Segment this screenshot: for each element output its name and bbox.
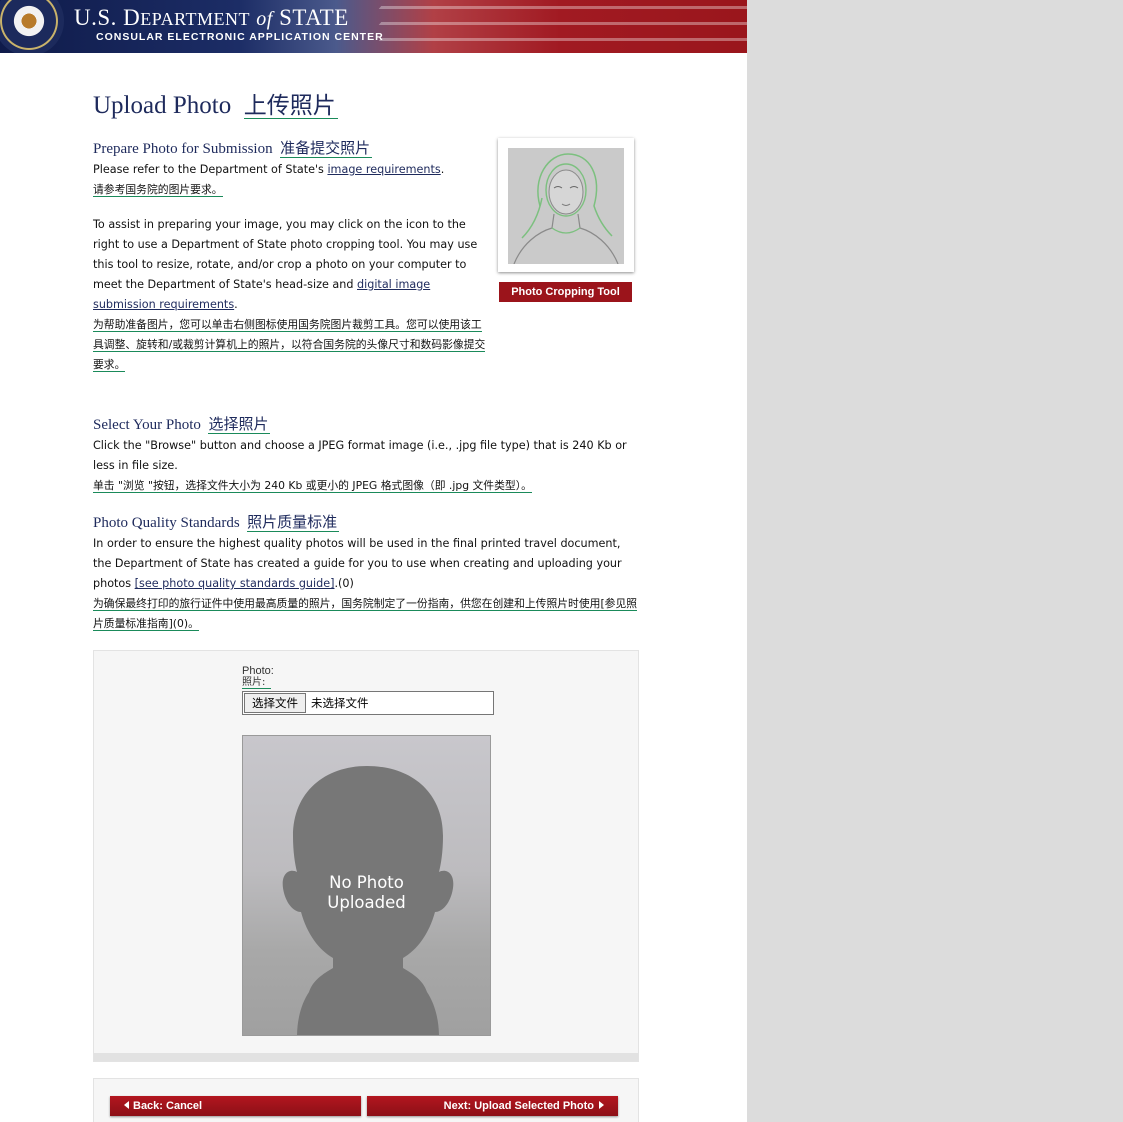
- prepare-title-zh: 准备提交照片: [280, 141, 373, 158]
- header-title: U.S. DEPARTMENT of STATE: [74, 5, 349, 30]
- page-title-zh: 上传照片: [243, 93, 338, 119]
- arrow-right-icon: [599, 1101, 604, 1109]
- select-title-zh: 选择照片: [208, 417, 271, 434]
- seal-icon: [0, 0, 64, 53]
- photo-file-input[interactable]: 选择文件 未选择文件: [242, 691, 494, 715]
- prepare-title-en: Prepare Photo for Submission: [93, 141, 273, 157]
- choose-file-button[interactable]: 选择文件: [244, 693, 306, 713]
- next-button-label: Next: Upload Selected Photo: [443, 1100, 594, 1112]
- photo-label-zh: 照片:: [242, 677, 272, 689]
- no-photo-text: No Photo Uploaded: [327, 873, 406, 912]
- prepare-section-title: Prepare Photo for Submission 准备提交照片: [93, 137, 373, 158]
- photo-preview: No Photo Uploaded: [242, 735, 491, 1036]
- select-title-en: Select Your Photo: [93, 417, 201, 433]
- back-cancel-button[interactable]: Back: Cancel: [110, 1096, 361, 1116]
- prepare-assist-zh: 为帮助准备图片，您可以单击右侧图标使用国务院图片裁剪工具。您可以使用该工具调整、…: [93, 318, 486, 372]
- next-upload-button[interactable]: Next: Upload Selected Photo: [367, 1096, 618, 1116]
- select-text-zh: 单击 "浏览 "按钮，选择文件大小为 240 Kb 或更小的 JPEG 格式图像…: [93, 479, 532, 493]
- photo-cropping-tool-image[interactable]: [498, 138, 634, 272]
- header-subtitle: CONSULAR ELECTRONIC APPLICATION CENTER: [96, 31, 384, 43]
- page: U.S. DEPARTMENT of STATE CONSULAR ELECTR…: [0, 0, 747, 1122]
- arrow-left-icon: [124, 1101, 129, 1109]
- photo-cropping-tool-button[interactable]: Photo Cropping Tool: [499, 282, 632, 302]
- quality-title-zh: 照片质量标准: [247, 515, 340, 532]
- image-requirements-link[interactable]: image requirements: [327, 163, 440, 176]
- portrait-sketch-icon: [508, 148, 624, 265]
- photo-label: Photo:: [242, 665, 274, 677]
- page-title: Upload Photo 上传照片: [93, 86, 338, 120]
- select-section-title: Select Your Photo 选择照片: [93, 413, 271, 434]
- prepare-assist-text: To assist in preparing your image, you m…: [93, 218, 478, 311]
- quality-text-zh: 为确保最终打印的旅行证件中使用最高质量的照片，国务院制定了一份指南，供您在创建和…: [93, 597, 638, 631]
- quality-text: In order to ensure the highest quality p…: [93, 537, 622, 590]
- quality-title-en: Photo Quality Standards: [93, 515, 240, 531]
- file-status-text: 未选择文件: [311, 696, 369, 710]
- page-title-en: Upload Photo: [93, 92, 232, 119]
- back-button-label: Back: Cancel: [133, 1100, 203, 1112]
- select-text: Click the "Browse" button and choose a J…: [93, 439, 627, 472]
- header-banner: U.S. DEPARTMENT of STATE CONSULAR ELECTR…: [0, 0, 747, 53]
- prepare-refer-zh: 请参考国务院的图片要求。: [93, 183, 223, 197]
- prepare-refer-text: Please refer to the Department of State'…: [93, 163, 445, 176]
- quality-section-title: Photo Quality Standards 照片质量标准: [93, 511, 340, 532]
- photo-quality-guide-link[interactable]: [see photo quality standards guide]: [135, 577, 335, 590]
